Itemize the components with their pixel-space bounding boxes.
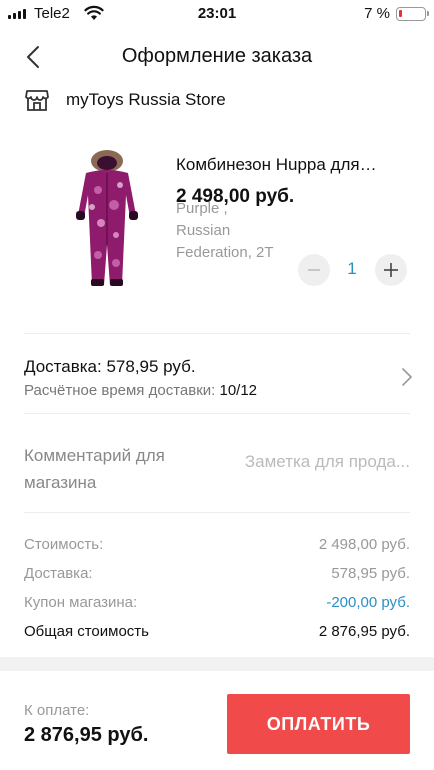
summary-row-cost: Стоимость: 2 498,00 руб. bbox=[24, 536, 410, 558]
battery-percent: 7 % bbox=[364, 5, 390, 22]
delivery-price[interactable]: Доставка: 578,95 руб. bbox=[24, 357, 196, 377]
summary-row-coupon: Купон магазина: -200,00 руб. bbox=[24, 594, 410, 616]
status-bar: Tele2 23:01 7 % bbox=[0, 0, 434, 28]
summary-row-total: Общая стоимость 2 876,95 руб. bbox=[24, 623, 410, 645]
summary-label: Купон магазина: bbox=[24, 594, 138, 611]
divider bbox=[24, 413, 410, 414]
store-icon bbox=[25, 90, 49, 111]
summary-value: 2 498,00 руб. bbox=[318, 536, 410, 553]
coupon-value[interactable]: -200,00 руб. bbox=[326, 594, 410, 611]
summary-value: 2 876,95 руб. bbox=[318, 623, 410, 640]
delivery-time-value: 10/12 bbox=[219, 382, 258, 399]
summary-label: Стоимость: bbox=[24, 536, 104, 553]
product-price: 2 498,00 руб. bbox=[176, 186, 295, 207]
seller-note-input[interactable] bbox=[230, 452, 410, 472]
quantity-value: 1 bbox=[347, 259, 357, 278]
store-row[interactable]: myToys Russia Store bbox=[24, 84, 410, 116]
divider bbox=[24, 333, 410, 334]
pay-button[interactable]: ОПЛАТИТЬ bbox=[227, 694, 410, 754]
minus-icon[interactable] bbox=[298, 254, 330, 286]
product-title[interactable]: Комбинезон Huppa для… bbox=[176, 155, 412, 175]
delivery-time: Расчётное время доставки: 10/12 bbox=[24, 382, 257, 399]
product-image[interactable] bbox=[56, 145, 158, 290]
comment-label: Комментарий для магазина bbox=[24, 446, 165, 492]
summary-label: Общая стоимость bbox=[24, 623, 149, 640]
chevron-right-icon[interactable] bbox=[398, 366, 416, 388]
header: Оформление заказа bbox=[0, 36, 434, 78]
store-name: myToys Russia Store bbox=[66, 90, 226, 109]
summary-value: 578,95 руб. bbox=[331, 565, 410, 582]
page-title: Оформление заказа bbox=[121, 45, 313, 67]
delivery-time-label: Расчётное время доставки: bbox=[24, 382, 220, 399]
plus-icon[interactable] bbox=[375, 254, 407, 286]
section-separator bbox=[0, 657, 434, 671]
divider bbox=[24, 512, 410, 513]
summary-label: Доставка: bbox=[24, 565, 93, 582]
battery-icon bbox=[396, 7, 429, 21]
pay-total: 2 876,95 руб. bbox=[24, 724, 149, 746]
pay-label: К оплате: bbox=[24, 702, 90, 719]
summary-row-delivery: Доставка: 578,95 руб. bbox=[24, 565, 410, 587]
